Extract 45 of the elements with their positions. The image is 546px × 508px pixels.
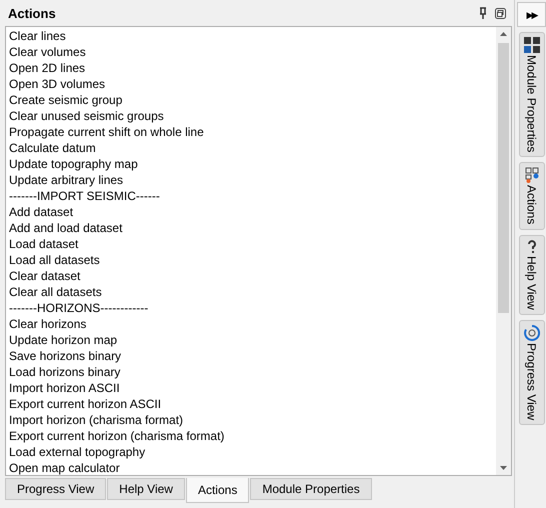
side-tab[interactable]: Actions: [518, 162, 544, 230]
side-tab[interactable]: Module Properties: [518, 32, 544, 158]
action-item[interactable]: Update arbitrary lines: [6, 172, 496, 188]
action-item[interactable]: Export current horizon ASCII: [6, 396, 496, 412]
side-tab[interactable]: Help View: [518, 234, 544, 315]
action-item[interactable]: Load external topography: [6, 444, 496, 460]
tab[interactable]: Progress View: [5, 478, 106, 500]
action-item[interactable]: Export current horizon (charisma format): [6, 428, 496, 444]
tab[interactable]: Help View: [107, 478, 185, 500]
tab[interactable]: Actions: [186, 478, 250, 503]
action-item[interactable]: Clear lines: [6, 28, 496, 44]
action-item[interactable]: Load horizons binary: [6, 364, 496, 380]
progress-icon: [524, 324, 540, 341]
action-item[interactable]: Clear unused seismic groups: [6, 108, 496, 124]
action-item[interactable]: Clear all datasets: [6, 284, 496, 300]
action-item[interactable]: Add dataset: [6, 204, 496, 220]
action-item[interactable]: Save horizons binary: [6, 348, 496, 364]
grid-icon: [524, 37, 540, 53]
action-item[interactable]: Open 3D volumes: [6, 76, 496, 92]
side-tab[interactable]: Progress View: [518, 320, 544, 425]
float-window-icon[interactable]: [495, 8, 506, 18]
actions-icon: [524, 167, 538, 184]
scrollbar[interactable]: [496, 27, 511, 475]
question-icon: [526, 240, 536, 254]
action-item[interactable]: Load all datasets: [6, 252, 496, 268]
action-item[interactable]: -------HORIZONS------------: [6, 300, 496, 316]
action-item[interactable]: Propagate current shift on whole line: [6, 124, 496, 140]
panel-title: Actions: [8, 6, 57, 20]
action-item[interactable]: Load dataset: [6, 236, 496, 252]
action-item[interactable]: Import horizon ASCII: [6, 380, 496, 396]
action-item[interactable]: Clear horizons: [6, 316, 496, 332]
action-item[interactable]: Update topography map: [6, 156, 496, 172]
action-item[interactable]: Open 2D lines: [6, 60, 496, 76]
action-item[interactable]: Add and load dataset: [6, 220, 496, 236]
action-item[interactable]: Clear dataset: [6, 268, 496, 284]
action-item[interactable]: Update horizon map: [6, 332, 496, 348]
action-item[interactable]: Open map calculator: [6, 460, 496, 475]
action-item[interactable]: Clear volumes: [6, 44, 496, 60]
expand-button[interactable]: ▶▶: [517, 2, 546, 27]
action-item[interactable]: Create seismic group: [6, 92, 496, 108]
tab[interactable]: Module Properties: [250, 478, 372, 500]
pin-icon[interactable]: [479, 7, 487, 19]
action-item[interactable]: Import horizon (charisma format): [6, 412, 496, 428]
action-item[interactable]: -------IMPORT SEISMIC------: [6, 188, 496, 204]
action-item[interactable]: Calculate datum: [6, 140, 496, 156]
